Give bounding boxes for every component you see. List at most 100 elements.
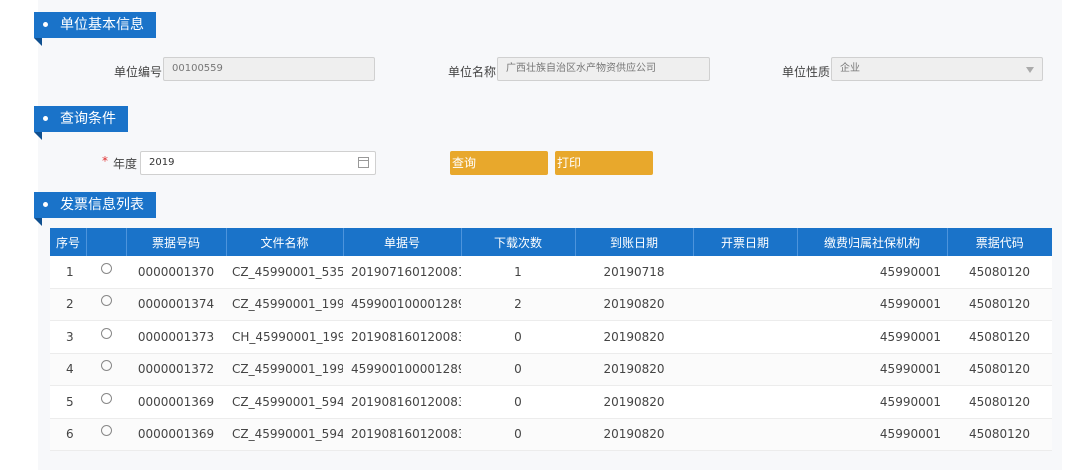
row-select-radio[interactable] — [100, 425, 112, 437]
row-seq: 3 — [50, 320, 86, 354]
row-seq: 5 — [50, 385, 86, 419]
row-downloads: 2 — [461, 288, 575, 321]
row-doc-no: 459900100001289... — [343, 288, 461, 321]
row-invoice-no: 0000001369 — [126, 385, 226, 419]
table-row[interactable]: 3 0000001373CH_45990001_199...20190816012… — [50, 320, 1052, 354]
row-invoice-code: 45080120 — [947, 288, 1052, 321]
row-doc-no: 201908160120083... — [343, 385, 461, 419]
unit-type-label: 单位性质 — [782, 65, 831, 79]
row-agency: 45990001 — [797, 418, 947, 451]
row-doc-no: 201908160120083... — [343, 320, 461, 354]
table-row[interactable]: 4 0000001372CZ_45990001_199...45990010000… — [50, 353, 1052, 386]
row-invoice-code: 45080120 — [947, 385, 1052, 419]
section-header-basic-info: 单位基本信息 — [34, 12, 156, 46]
row-radio[interactable] — [86, 320, 126, 354]
row-invoice-no: 0000001370 — [126, 256, 226, 289]
row-agency: 45990001 — [797, 385, 947, 419]
unit-name-field[interactable]: 广西壮族自治区水产物资供应公司 — [497, 57, 710, 81]
unit-name-label: 单位名称 — [448, 65, 497, 79]
print-button[interactable]: 打印 — [555, 151, 653, 175]
chevron-down-icon — [1026, 67, 1034, 73]
column-header-agency[interactable]: 缴费归属社保机构 — [797, 228, 948, 256]
row-select-radio[interactable] — [100, 327, 112, 339]
invoice-table: 序号 票据号码 文件名称 单据号 下载次数 到账日期 开票日期 缴费归属社保机构… — [50, 228, 1052, 451]
row-issue-date — [693, 353, 797, 386]
row-downloads: 0 — [461, 385, 575, 419]
row-file-name: CZ_45990001_594... — [226, 418, 343, 451]
row-doc-no: 201907160120081... — [343, 256, 461, 289]
unit-type-value: 企业 — [840, 63, 860, 74]
row-file-name: CZ_45990001_594... — [226, 385, 343, 419]
row-invoice-no: 0000001373 — [126, 320, 226, 354]
row-radio[interactable] — [86, 256, 126, 289]
unit-code-label: 单位编号 — [114, 65, 163, 79]
row-arrival-date: 20190820 — [575, 385, 693, 419]
row-arrival-date: 20190820 — [575, 418, 693, 451]
column-header-arrival-date[interactable]: 到账日期 — [575, 228, 694, 256]
row-select-radio[interactable] — [100, 262, 112, 274]
row-arrival-date: 20190718 — [575, 256, 693, 289]
row-select-radio[interactable] — [100, 392, 112, 404]
row-issue-date — [693, 418, 797, 451]
row-arrival-date: 20190820 — [575, 320, 693, 354]
year-field[interactable]: 2019 — [140, 151, 376, 175]
row-agency: 45990001 — [797, 320, 947, 354]
row-select-radio[interactable] — [100, 295, 112, 307]
row-arrival-date: 20190820 — [575, 353, 693, 386]
column-header-select — [86, 228, 127, 256]
row-seq: 2 — [50, 288, 86, 321]
table-row[interactable]: 2 0000001374CZ_45990001_199...45990010000… — [50, 288, 1052, 321]
table-header-row: 序号 票据号码 文件名称 单据号 下载次数 到账日期 开票日期 缴费归属社保机构… — [50, 228, 1052, 256]
column-header-invoice-no[interactable]: 票据号码 — [126, 228, 227, 256]
row-issue-date — [693, 320, 797, 354]
calendar-icon[interactable] — [358, 157, 369, 168]
row-agency: 45990001 — [797, 256, 947, 289]
row-invoice-no: 0000001369 — [126, 418, 226, 451]
column-header-issue-date[interactable]: 开票日期 — [693, 228, 798, 256]
row-arrival-date: 20190820 — [575, 288, 693, 321]
row-invoice-code: 45080120 — [947, 256, 1052, 289]
row-downloads: 0 — [461, 320, 575, 354]
column-header-file-name[interactable]: 文件名称 — [226, 228, 344, 256]
row-doc-no: 201908160120083... — [343, 418, 461, 451]
row-invoice-no: 0000001374 — [126, 288, 226, 321]
row-radio[interactable] — [86, 418, 126, 451]
unit-type-select[interactable]: 企业 — [831, 57, 1043, 81]
section-header-invoice-list: 发票信息列表 — [34, 192, 156, 226]
row-file-name: CH_45990001_199... — [226, 320, 343, 354]
row-invoice-code: 45080120 — [947, 418, 1052, 451]
column-header-doc-no[interactable]: 单据号 — [343, 228, 462, 256]
row-downloads: 0 — [461, 353, 575, 386]
row-invoice-no: 0000001372 — [126, 353, 226, 386]
row-radio[interactable] — [86, 385, 126, 419]
row-invoice-code: 45080120 — [947, 353, 1052, 386]
unit-code-field[interactable]: 00100559 — [163, 57, 375, 81]
row-file-name: CZ_45990001_535... — [226, 256, 343, 289]
row-downloads: 0 — [461, 418, 575, 451]
search-button[interactable]: 查询 — [450, 151, 548, 175]
row-issue-date — [693, 256, 797, 289]
row-seq: 1 — [50, 256, 86, 289]
year-label: 年度 — [113, 157, 138, 171]
column-header-downloads[interactable]: 下载次数 — [461, 228, 576, 256]
column-header-seq: 序号 — [50, 228, 87, 256]
table-row[interactable]: 1 0000001370CZ_45990001_535...20190716012… — [50, 256, 1052, 289]
row-doc-no: 459900100001289... — [343, 353, 461, 386]
column-header-invoice-code[interactable]: 票据代码 — [947, 228, 1052, 256]
row-radio[interactable] — [86, 353, 126, 386]
row-invoice-code: 45080120 — [947, 320, 1052, 354]
row-seq: 6 — [50, 418, 86, 451]
row-agency: 45990001 — [797, 353, 947, 386]
row-select-radio[interactable] — [100, 360, 112, 372]
row-file-name: CZ_45990001_199... — [226, 288, 343, 321]
table-row[interactable]: 6 0000001369CZ_45990001_594...20190816012… — [50, 418, 1052, 451]
row-downloads: 1 — [461, 256, 575, 289]
row-issue-date — [693, 385, 797, 419]
section-header-query: 查询条件 — [34, 106, 128, 140]
year-value: 2019 — [149, 157, 175, 168]
required-mark: * — [102, 154, 108, 168]
row-file-name: CZ_45990001_199... — [226, 353, 343, 386]
table-row[interactable]: 5 0000001369CZ_45990001_594...20190816012… — [50, 385, 1052, 419]
row-radio[interactable] — [86, 288, 126, 321]
row-seq: 4 — [50, 353, 86, 386]
